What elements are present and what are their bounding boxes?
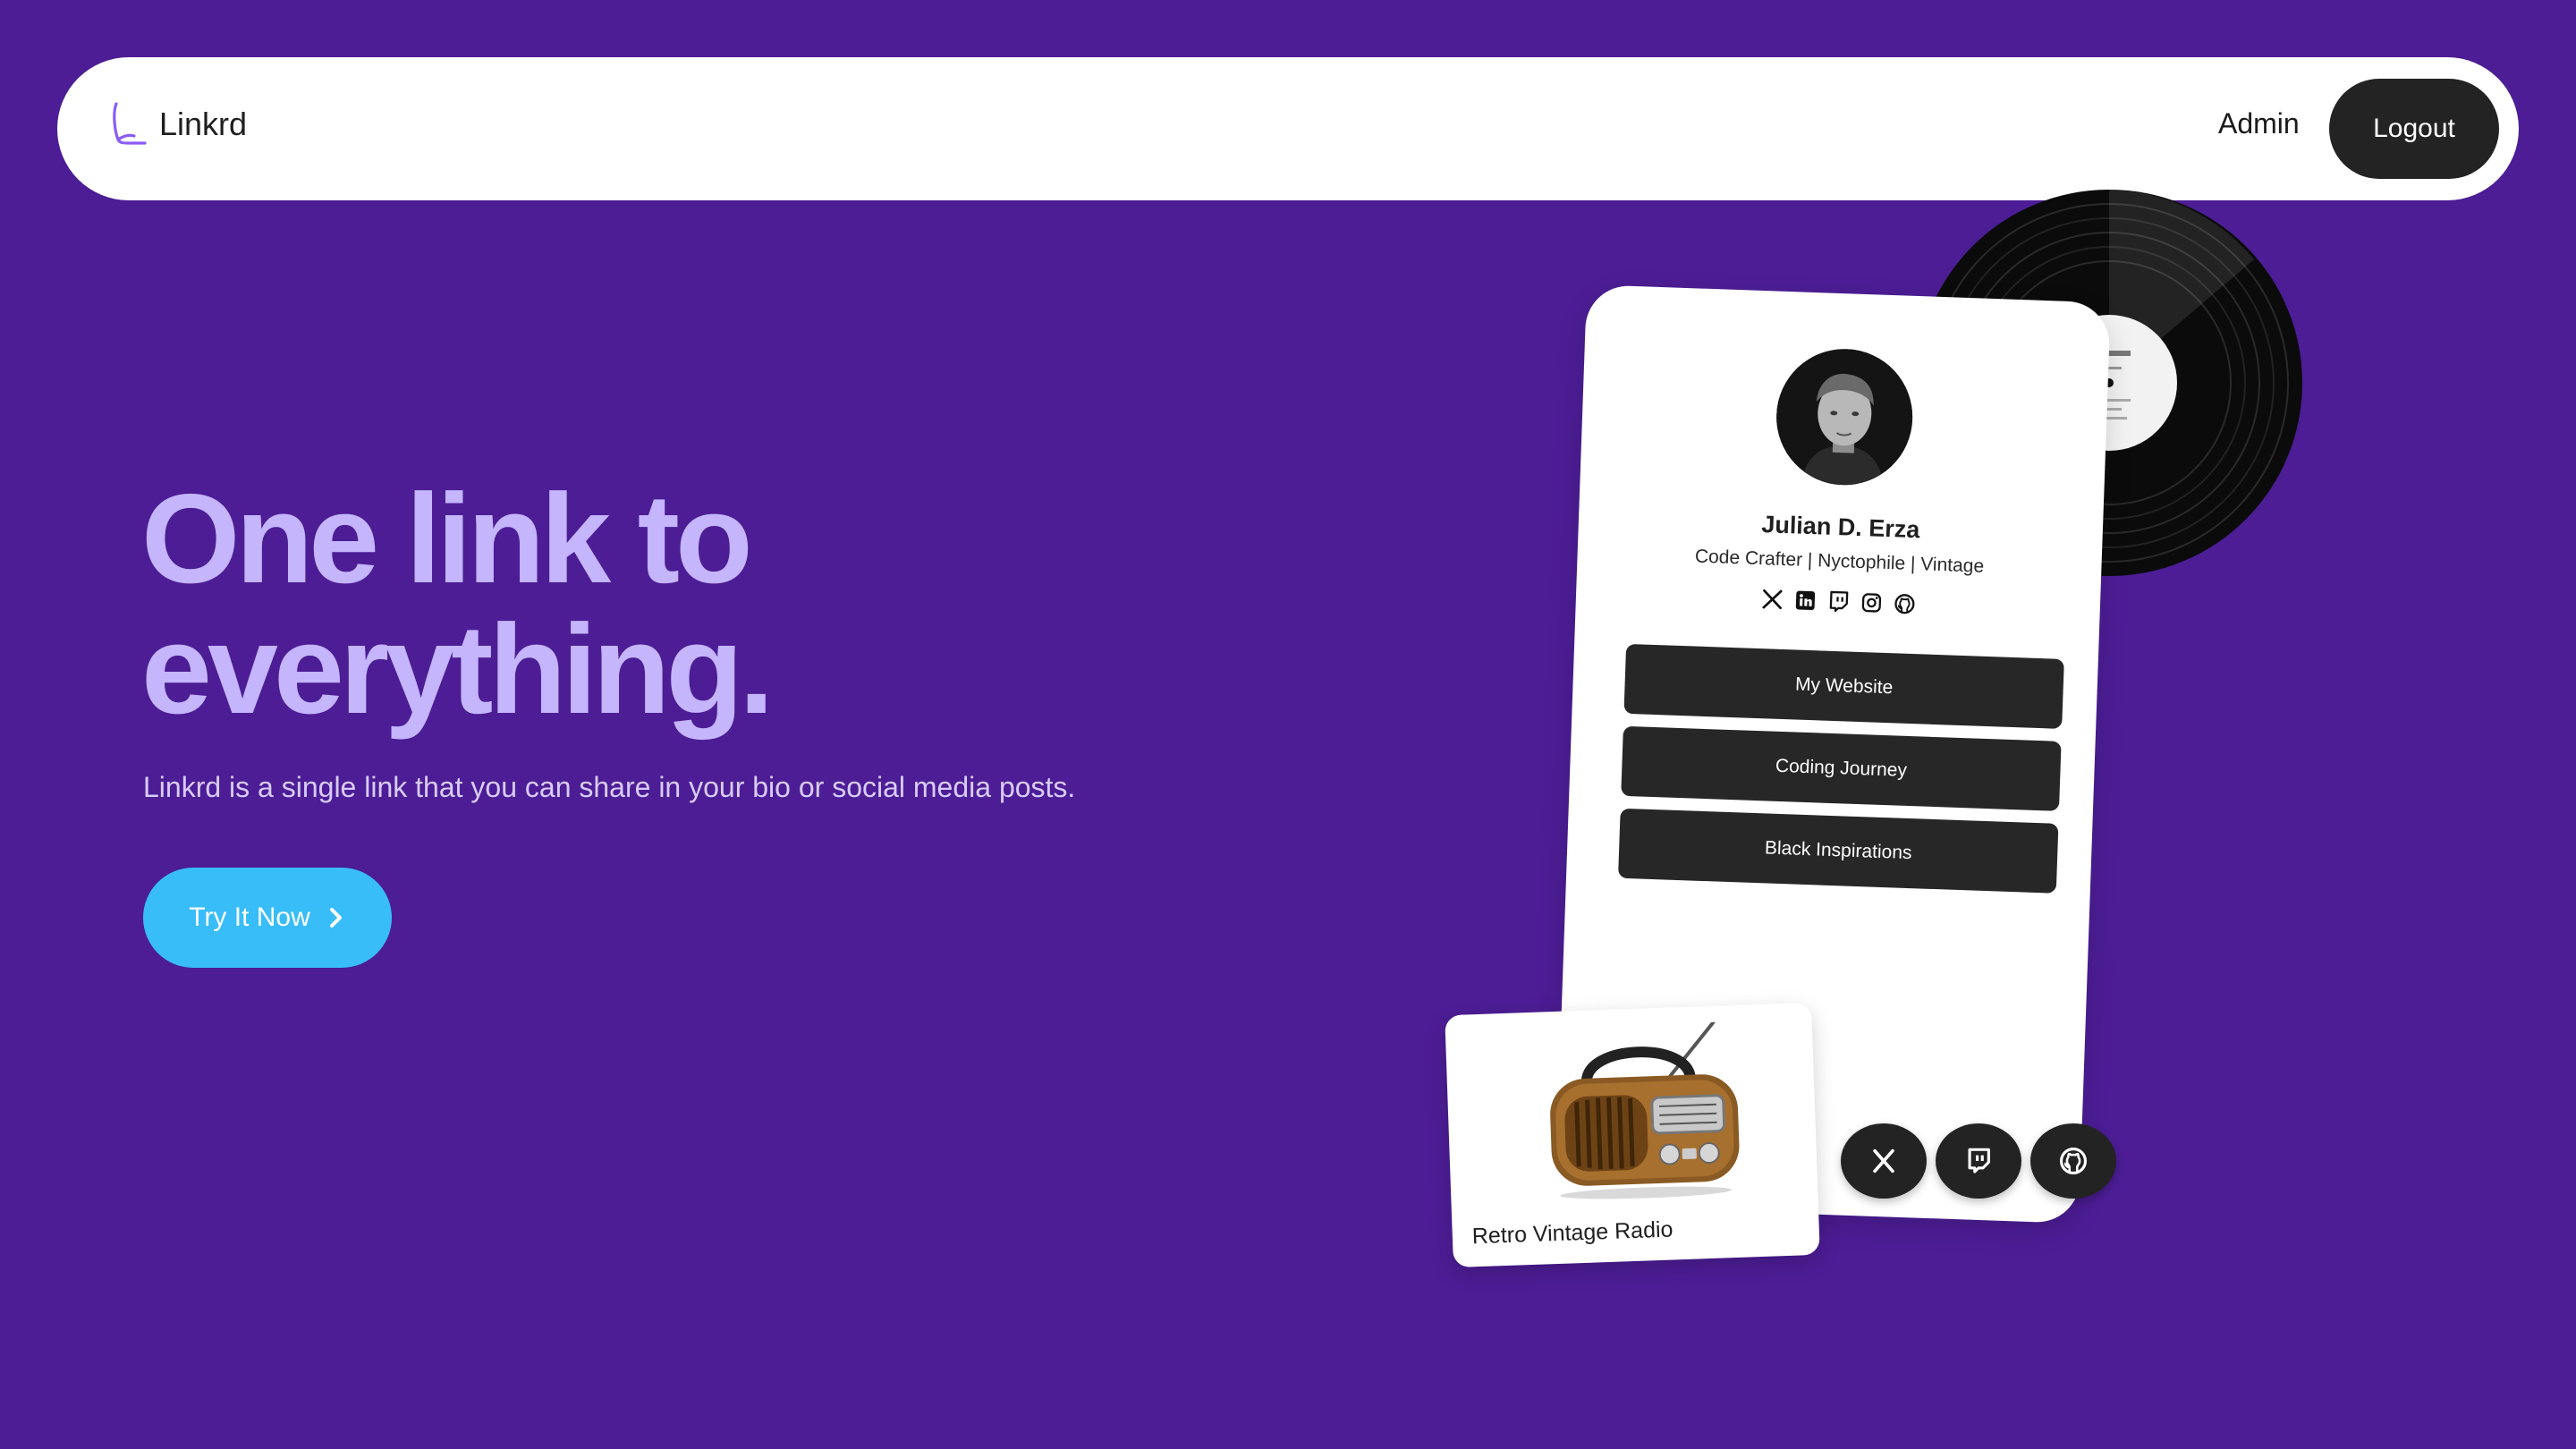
- hero-title: One link to everything.: [141, 468, 775, 741]
- linkedin-icon[interactable]: [1793, 589, 1817, 612]
- hero-subtitle: Linkrd is a single link that you can sha…: [143, 771, 1076, 803]
- admin-link[interactable]: Admin: [2218, 107, 2300, 140]
- github-icon: [2059, 1147, 2088, 1175]
- profile-tagline: Code Crafter | Nyctophile | Vintage: [1694, 546, 1985, 577]
- brand-logo-link[interactable]: Linkrd: [109, 100, 247, 148]
- brand-name: Linkrd: [159, 106, 248, 142]
- link-button-coding-journey[interactable]: Coding Journey: [1621, 725, 2062, 811]
- x-icon: [1873, 1148, 1894, 1174]
- avatar: [1774, 346, 1915, 487]
- x-button[interactable]: [1841, 1123, 1927, 1199]
- try-it-now-button[interactable]: Try It Now: [143, 868, 392, 968]
- profile-photo-image: [1774, 346, 1915, 487]
- instagram-icon[interactable]: [1860, 591, 1883, 614]
- profile-name: Julian D. Erza: [1760, 511, 1920, 544]
- twitch-icon[interactable]: [1826, 590, 1850, 614]
- linkrd-logo-icon: [113, 102, 147, 145]
- twitch-icon: [1968, 1148, 1990, 1174]
- twitch-button[interactable]: [1936, 1123, 2021, 1199]
- cta-label: Try It Now: [189, 902, 310, 932]
- x-icon[interactable]: [1760, 588, 1784, 611]
- github-icon[interactable]: [1893, 592, 1916, 615]
- logout-button[interactable]: Logout: [2329, 79, 2499, 179]
- retro-radio-image: [1550, 1021, 1740, 1199]
- link-button-black-inspirations[interactable]: Black Inspirations: [1618, 808, 2059, 894]
- product-caption: Retro Vintage Radio: [1471, 1216, 1674, 1250]
- link-button-my-website[interactable]: My Website: [1623, 643, 2064, 729]
- chevron-right-icon: [329, 908, 342, 928]
- profile-social-icons: [1576, 581, 2101, 622]
- github-button[interactable]: [2030, 1123, 2116, 1199]
- product-card[interactable]: Retro Vintage Radio: [1445, 1002, 1820, 1268]
- navbar: Linkrd Admin Logout: [57, 57, 2519, 200]
